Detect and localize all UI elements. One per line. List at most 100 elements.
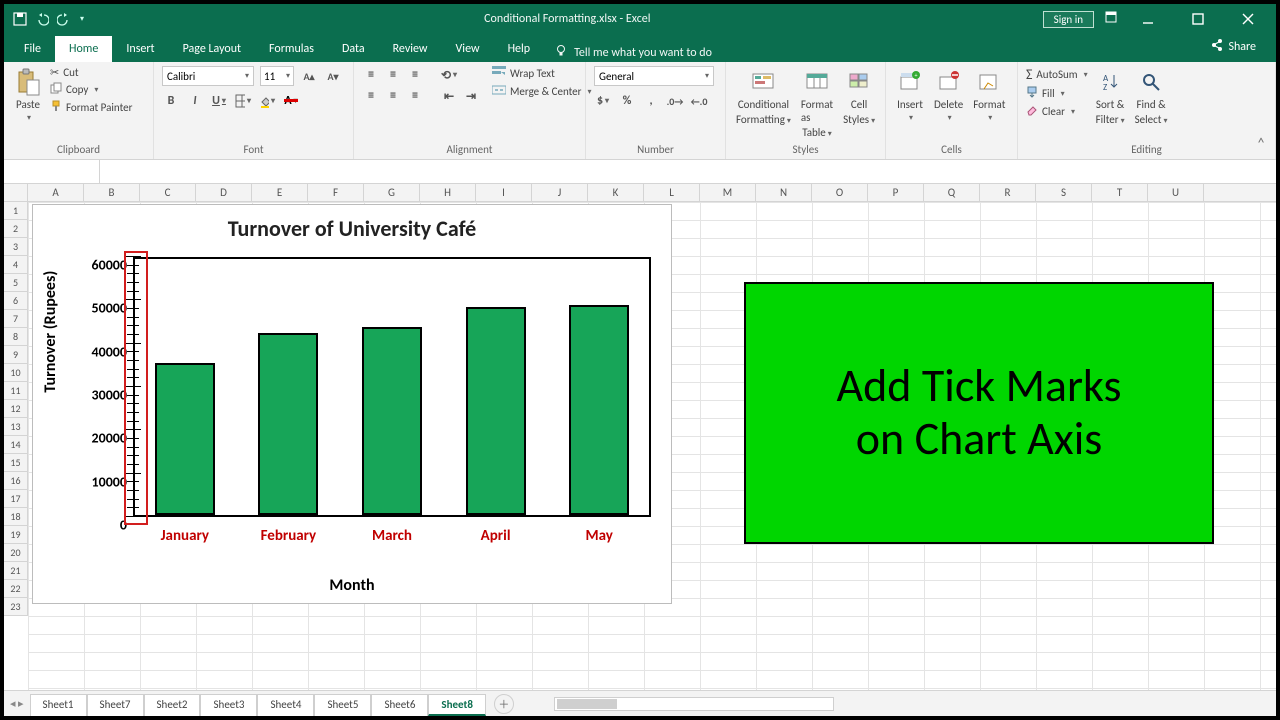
- italic-button[interactable]: I: [186, 92, 204, 110]
- minimize-button[interactable]: [1128, 4, 1168, 34]
- collapse-ribbon-icon[interactable]: ˄: [1252, 135, 1270, 153]
- align-left-icon[interactable]: ≡: [362, 87, 380, 105]
- col-header[interactable]: Q: [924, 184, 980, 201]
- col-header[interactable]: C: [140, 184, 196, 201]
- row-header[interactable]: 10: [4, 364, 27, 382]
- align-right-icon[interactable]: ≡: [406, 87, 424, 105]
- bar[interactable]: [466, 307, 526, 515]
- col-header[interactable]: I: [476, 184, 532, 201]
- decrease-decimal-icon[interactable]: ←.0: [690, 92, 708, 110]
- align-top-icon[interactable]: ≡: [362, 66, 380, 84]
- bold-button[interactable]: B: [162, 92, 180, 110]
- underline-button[interactable]: U▾: [210, 92, 228, 110]
- col-header[interactable]: A: [28, 184, 84, 201]
- format-painter-button[interactable]: Format Painter: [50, 100, 132, 115]
- col-header[interactable]: B: [84, 184, 140, 201]
- row-header[interactable]: 17: [4, 490, 27, 508]
- increase-indent-icon[interactable]: ⇥: [462, 87, 480, 105]
- number-format-select[interactable]: General▾: [594, 66, 714, 86]
- close-button[interactable]: [1228, 4, 1268, 34]
- col-header[interactable]: S: [1036, 184, 1092, 201]
- sheet-tab[interactable]: Sheet5: [314, 694, 371, 716]
- align-bottom-icon[interactable]: ≡: [406, 66, 424, 84]
- sheet-tab[interactable]: Sheet3: [200, 694, 257, 716]
- tab-review[interactable]: Review: [379, 36, 442, 62]
- row-header[interactable]: 12: [4, 400, 27, 418]
- row-header[interactable]: 7: [4, 310, 27, 328]
- col-header[interactable]: M: [700, 184, 756, 201]
- tell-me[interactable]: Tell me what you want to do: [554, 44, 712, 62]
- sheet-tab[interactable]: Sheet6: [371, 694, 428, 716]
- row-header[interactable]: 23: [4, 598, 27, 616]
- tab-file[interactable]: File: [10, 36, 55, 62]
- share-button[interactable]: Share: [1196, 32, 1270, 62]
- ribbon-options-icon[interactable]: [1104, 10, 1118, 28]
- wrap-text-button[interactable]: Wrap Text: [492, 66, 592, 81]
- row-header[interactable]: 18: [4, 508, 27, 526]
- insert-cells-button[interactable]: +Insert▾: [894, 66, 926, 125]
- maximize-button[interactable]: [1178, 4, 1218, 34]
- copy-button[interactable]: Copy▾: [50, 82, 132, 97]
- cell-styles-button[interactable]: Cell Styles▾: [841, 66, 877, 128]
- horizontal-scrollbar[interactable]: [554, 697, 834, 711]
- format-as-table-button[interactable]: Format as Table▾: [799, 66, 835, 141]
- increase-font-icon[interactable]: A▴: [300, 67, 318, 85]
- embedded-chart[interactable]: Turnover of University Café Turnover (Ru…: [32, 204, 672, 604]
- find-select-button[interactable]: Find &Select▾: [1133, 66, 1170, 128]
- merge-center-button[interactable]: Merge & Center▾: [492, 84, 592, 99]
- scrollbar-thumb[interactable]: [557, 699, 617, 709]
- row-header[interactable]: 16: [4, 472, 27, 490]
- redo-icon[interactable]: [56, 11, 72, 27]
- sheet-tab[interactable]: Sheet2: [144, 694, 201, 716]
- row-header[interactable]: 14: [4, 436, 27, 454]
- tab-data[interactable]: Data: [328, 36, 379, 62]
- row-header[interactable]: 6: [4, 292, 27, 310]
- bar[interactable]: [258, 333, 318, 515]
- row-header[interactable]: 5: [4, 274, 27, 292]
- tab-help[interactable]: Help: [494, 36, 545, 62]
- cut-button[interactable]: ✂Cut: [50, 66, 132, 79]
- col-header[interactable]: H: [420, 184, 476, 201]
- row-header[interactable]: 22: [4, 580, 27, 598]
- tab-formulas[interactable]: Formulas: [255, 36, 328, 62]
- name-box[interactable]: [4, 160, 100, 183]
- row-header[interactable]: 2: [4, 220, 27, 238]
- accounting-format-icon[interactable]: $▾: [594, 92, 612, 110]
- orientation-icon[interactable]: ⟲▾: [440, 66, 458, 84]
- sheet-tab[interactable]: Sheet1: [30, 694, 87, 716]
- col-header[interactable]: F: [308, 184, 364, 201]
- formula-input[interactable]: [100, 160, 1276, 183]
- tab-view[interactable]: View: [442, 36, 494, 62]
- col-header[interactable]: N: [756, 184, 812, 201]
- row-header[interactable]: 8: [4, 328, 27, 346]
- align-center-icon[interactable]: ≡: [384, 87, 402, 105]
- sheet-tab[interactable]: Sheet4: [257, 694, 314, 716]
- borders-button[interactable]: ▾: [234, 92, 252, 110]
- col-header[interactable]: O: [812, 184, 868, 201]
- new-sheet-button[interactable]: ＋: [494, 694, 514, 714]
- sign-in-button[interactable]: Sign in: [1043, 11, 1094, 28]
- col-header[interactable]: K: [588, 184, 644, 201]
- col-header[interactable]: R: [980, 184, 1036, 201]
- percent-format-icon[interactable]: %: [618, 92, 636, 110]
- fill-color-button[interactable]: ▾: [258, 92, 276, 110]
- bar[interactable]: [362, 327, 422, 516]
- row-header[interactable]: 9: [4, 346, 27, 364]
- bar[interactable]: [155, 363, 215, 515]
- font-color-button[interactable]: A▾: [282, 92, 300, 110]
- row-header[interactable]: 20: [4, 544, 27, 562]
- tab-page-layout[interactable]: Page Layout: [169, 36, 255, 62]
- decrease-font-icon[interactable]: A▾: [324, 67, 342, 85]
- tab-home[interactable]: Home: [55, 36, 112, 62]
- clear-button[interactable]: Clear▾: [1026, 104, 1088, 119]
- conditional-formatting-button[interactable]: Conditional Formatting▾: [734, 66, 793, 128]
- col-header[interactable]: G: [364, 184, 420, 201]
- row-header[interactable]: 13: [4, 418, 27, 436]
- sort-filter-button[interactable]: AZSort &Filter▾: [1094, 66, 1127, 128]
- col-header[interactable]: E: [252, 184, 308, 201]
- col-header[interactable]: J: [532, 184, 588, 201]
- row-header[interactable]: 19: [4, 526, 27, 544]
- col-header[interactable]: P: [868, 184, 924, 201]
- comma-format-icon[interactable]: ,: [642, 92, 660, 110]
- font-name-select[interactable]: Calibri▾: [162, 66, 254, 86]
